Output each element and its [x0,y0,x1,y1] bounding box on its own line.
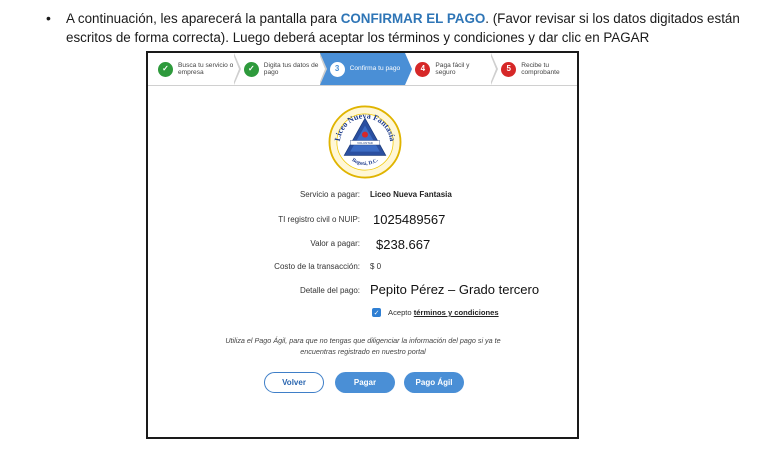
terms-text: Acepto términos y condiciones [388,308,499,317]
step-1: ✓ Busca tu servicio o empresa [148,53,241,85]
step-label: Paga fácil y seguro [435,61,470,77]
detail-value: Pepito Pérez – Grado tercero [370,282,540,297]
payment-screenshot: ✓ Busca tu servicio o empresa ✓ Digita t… [146,51,579,439]
cost-value: $ 0 [370,262,382,271]
terms-prefix: Acepto [388,308,414,317]
step-label: Busca tu servicio o empresa [178,61,234,77]
checkmark-icon: ✓ [373,309,380,317]
instruction-text-start: A continuación, les aparecerá la pantall… [66,11,341,26]
step-number: 3 [329,61,345,77]
step-4: 4 Paga fácil y seguro [405,53,499,85]
progress-steps: ✓ Busca tu servicio o empresa ✓ Digita t… [148,53,577,86]
service-label: Servicio a pagar: [299,190,360,199]
step-2: ✓ Digita tus datos de pago [234,53,327,85]
instruction-text: A continuación, les aparecerá la pantall… [66,9,758,47]
check-icon: ✓ [158,61,173,77]
back-button[interactable]: Volver [264,372,324,393]
pago-agil-button[interactable]: Pago Ágil [404,372,464,393]
step-number: 5 [501,61,517,77]
nuip-value: 1025489567 [373,212,446,227]
chevron-right-icon [490,53,499,85]
step-label: Confirma tu pago [349,65,401,73]
nuip-label: TI registro civil o NUIP: [278,215,360,224]
instruction-highlight: CONFIRMAR EL PAGO [340,11,486,26]
chevron-right-icon [232,53,241,85]
pay-button[interactable]: Pagar [335,372,395,393]
step-5: 5 Recibe tu comprobante [491,53,577,85]
step-number: 4 [415,61,431,77]
step-3: 3 Confirma tu pago [319,53,413,85]
check-icon: ✓ [243,61,259,77]
cost-label: Costo de la transacción: [274,262,360,271]
terms-link[interactable]: términos y condiciones [414,308,499,317]
chevron-right-icon [318,53,327,85]
detail-label: Detalle del pago: [299,286,360,295]
pago-agil-note: Utiliza el Pago Ágil, para que no tengas… [225,336,501,356]
terms-checkbox[interactable]: ✓ [372,308,381,317]
bullet: • [46,10,51,26]
chevron-right-icon [404,53,413,85]
service-value: Liceo Nueva Fantasia [370,190,452,199]
school-logo: VOLUNTAD Liceo Nueva Fantasía Bogotá, D.… [328,105,402,179]
step-label: Digita tus datos de pago [263,61,319,77]
amount-label: Valor a pagar: [310,239,360,248]
logo-emblem [362,131,368,138]
step-label: Recibe tu comprobante [521,61,560,77]
document-paragraph: • A continuación, les aparecerá la panta… [46,9,758,47]
amount-value: $238.667 [376,237,431,252]
logo-band-text: VOLUNTAD [357,141,373,145]
